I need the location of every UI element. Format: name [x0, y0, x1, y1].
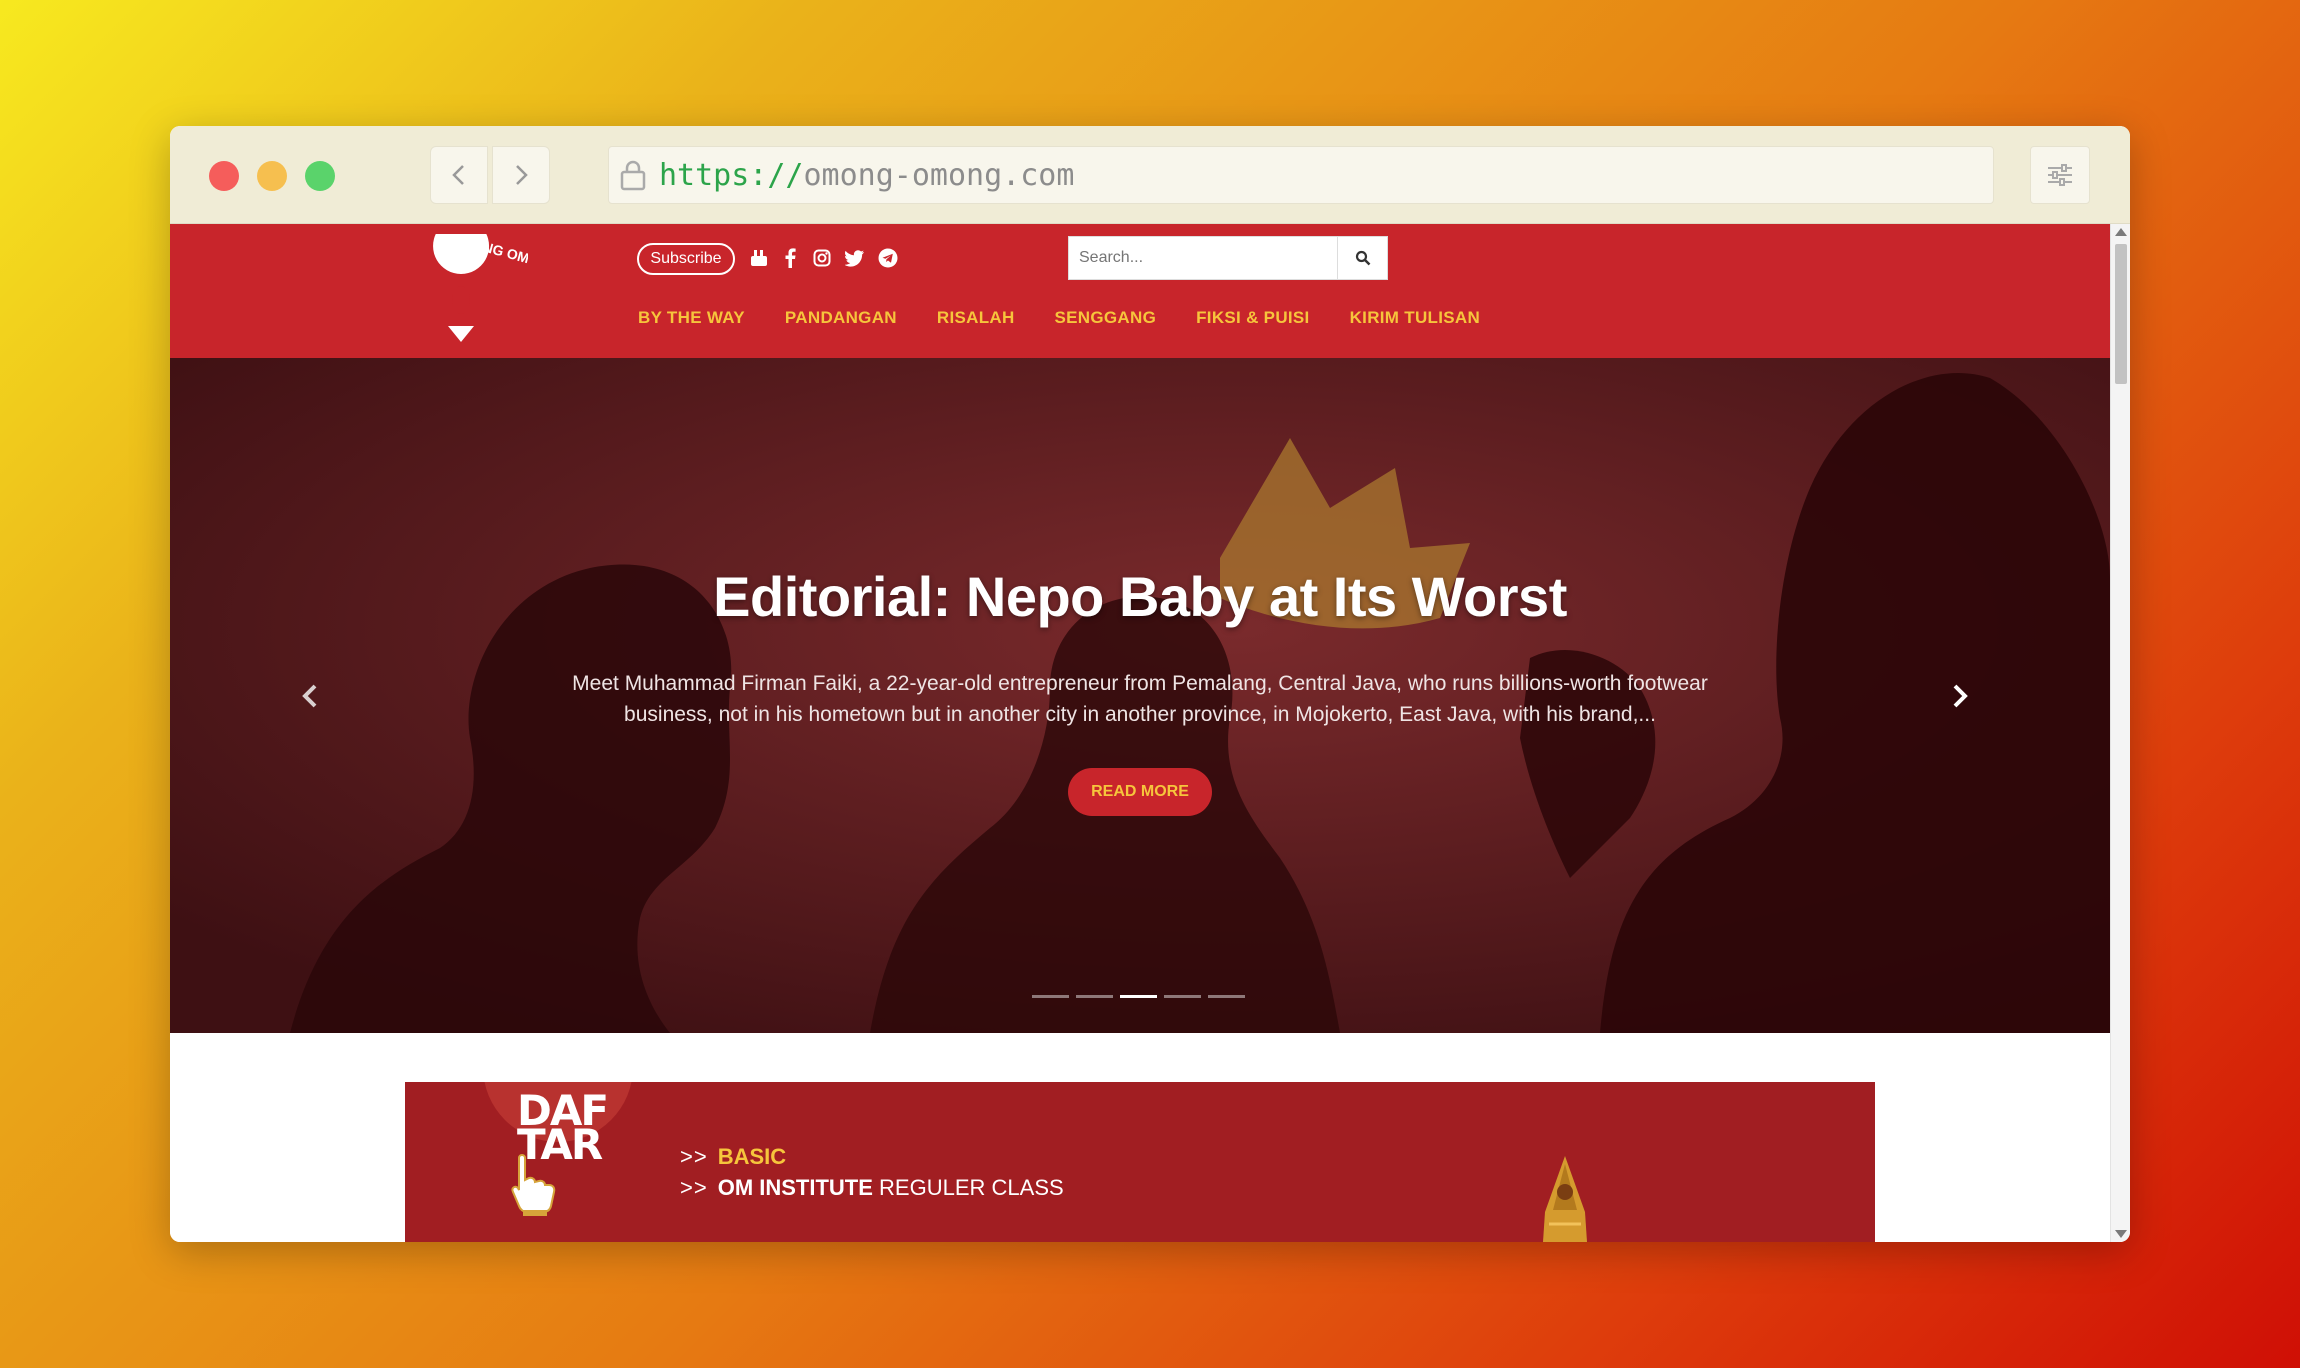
chevron-left-icon [302, 684, 317, 708]
carousel-indicator-5[interactable] [1208, 995, 1245, 998]
subscribe-button[interactable]: Subscribe [637, 243, 735, 275]
page-scrollbar[interactable] [2110, 224, 2130, 1242]
carousel-prev-button[interactable] [290, 676, 330, 716]
om-institute-banner[interactable]: DAF TAR >> BASIC >> OM INSTITUTE REGULER C… [405, 1082, 1875, 1242]
hero-carousel: Editorial: Nepo Baby at Its Worst Meet M… [170, 358, 2110, 1033]
browser-window: https://omong-omong.com OMONG OMONG Subs… [170, 126, 2130, 1242]
minimize-window-button[interactable] [257, 161, 287, 191]
carousel-indicator-3[interactable] [1120, 995, 1157, 998]
pointing-hand-icon [511, 1154, 556, 1216]
page-viewport: OMONG OMONG Subscribe Search... BY THE W… [170, 224, 2110, 1242]
lock-icon [620, 160, 646, 191]
search-input[interactable] [1068, 236, 1338, 280]
nav-fiksi-puisi[interactable]: FIKSI & PUISI [1196, 308, 1309, 328]
facebook-icon[interactable] [778, 246, 802, 270]
address-bar[interactable]: https://omong-omong.com [608, 146, 1994, 204]
hero-excerpt: Meet Muhammad Firman Faiki, a 22-year-ol… [572, 672, 1708, 726]
read-more-button[interactable]: READ MORE [1068, 768, 1212, 816]
url-scheme: https:// [659, 157, 804, 193]
telegram-icon[interactable] [876, 246, 900, 270]
chevron-right-icon [516, 165, 528, 185]
search-button[interactable] [1338, 236, 1388, 280]
carousel-next-button[interactable] [1940, 676, 1980, 716]
nav-risalah[interactable]: RISALAH [937, 308, 1015, 328]
browser-settings-button[interactable] [2030, 146, 2090, 204]
nav-pandangan[interactable]: PANDANGAN [785, 308, 897, 328]
search-icon [1355, 250, 1370, 266]
scroll-up-arrow-icon[interactable] [2115, 228, 2127, 236]
main-navigation: BY THE WAY PANDANGAN RISALAH SENGGANG FI… [638, 308, 1480, 328]
banner-line-basic: >> BASIC [680, 1144, 787, 1169]
back-button[interactable] [430, 146, 488, 204]
maximize-window-button[interactable] [305, 161, 335, 191]
url-host: omong-omong.com [803, 157, 1075, 193]
twitter-icon[interactable] [843, 246, 867, 270]
hero-title[interactable]: Editorial: Nepo Baby at Its Worst [170, 564, 2110, 629]
sliders-icon [2048, 164, 2072, 186]
chevron-right-icon [1953, 684, 1968, 708]
scroll-down-arrow-icon[interactable] [2115, 1230, 2127, 1238]
browser-titlebar: https://omong-omong.com [170, 126, 2130, 224]
omong-omong-logo[interactable]: OMONG OMONG [418, 234, 528, 344]
carousel-indicator-4[interactable] [1164, 995, 1201, 998]
carousel-indicator-1[interactable] [1032, 995, 1069, 998]
scrollbar-thumb[interactable] [2115, 244, 2127, 384]
youtube-icon[interactable] [747, 246, 771, 270]
nav-senggang[interactable]: SENGGANG [1055, 308, 1157, 328]
forward-button[interactable] [492, 146, 550, 204]
nav-kirim-tulisan[interactable]: KIRIM TULISAN [1350, 308, 1480, 328]
carousel-indicator-2[interactable] [1076, 995, 1113, 998]
chevron-left-icon [452, 165, 464, 185]
search-form [1068, 236, 1388, 280]
trophy-illustration [1543, 1156, 1587, 1242]
banner-line-om-institute: >> OM INSTITUTE REGULER CLASS [680, 1175, 1064, 1200]
carousel-indicators [1032, 995, 1245, 998]
close-window-button[interactable] [209, 161, 239, 191]
site-header: OMONG OMONG Subscribe Search... BY THE W… [170, 224, 2110, 358]
instagram-icon[interactable] [810, 246, 834, 270]
nav-by-the-way[interactable]: BY THE WAY [638, 308, 745, 328]
